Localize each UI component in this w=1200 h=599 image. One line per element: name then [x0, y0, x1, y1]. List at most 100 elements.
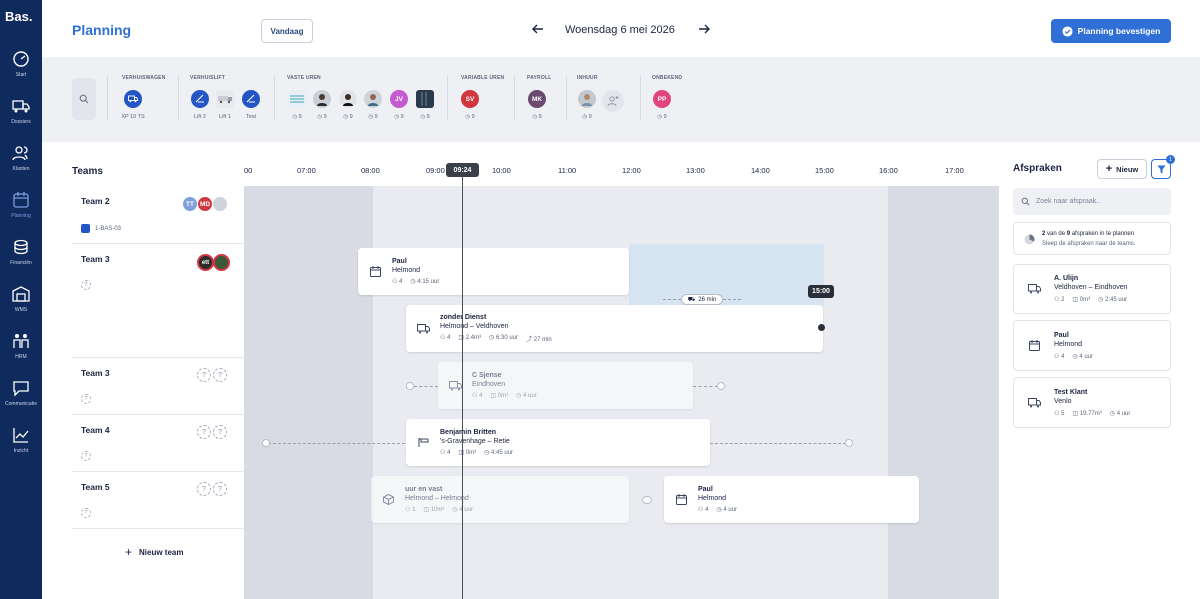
clock-icon: ◷ — [484, 450, 490, 456]
clock-icon: ◷ — [420, 114, 426, 120]
resize-handle[interactable] — [818, 324, 825, 331]
sidebar-item-label: WMS — [14, 307, 28, 313]
resource-lift[interactable]: Test — [240, 90, 262, 120]
avatar: JV — [390, 90, 408, 108]
total-count: 9 — [1066, 231, 1071, 237]
confirm-planning-button[interactable]: Planning bevestigen — [1051, 19, 1171, 43]
next-day-icon[interactable] — [697, 22, 711, 39]
resource-employee[interactable]: PP ◷ 9 — [651, 90, 673, 120]
sidebar-item-wms[interactable]: WMS — [0, 285, 42, 331]
empty-slot-icon: ? — [81, 280, 91, 290]
resource-label: Lift 1 — [219, 114, 231, 120]
team-name: Team 4 — [81, 425, 110, 435]
job-title: zonder Dienst — [440, 314, 487, 321]
resource-employee[interactable]: MK ◷ 9 — [526, 90, 548, 120]
divider — [566, 76, 567, 120]
travel-connector — [710, 443, 846, 444]
appointment-title: Test Klant — [1054, 388, 1088, 396]
sidebar-item-label: HRM — [15, 354, 27, 360]
job-card[interactable]: C Sjense Eindhoven ⚇ 4 ◫ 0m³ ◷ 4 uur — [438, 362, 693, 409]
clock-icon: ◷ — [465, 114, 471, 120]
hour-label: 16:00 — [879, 166, 898, 175]
appointment-card[interactable]: A. Ulijn Veldhoven – Eindhoven ⚇ 2 ◫ 0m³ ◷… — [1013, 264, 1171, 314]
resource-employee[interactable]: ◷ 9 — [286, 90, 308, 120]
job-card[interactable]: Paul Helmond ⚇ 4 ◷ 4 uur — [664, 476, 919, 523]
resource-employee[interactable]: ◷ 9 — [362, 90, 384, 120]
clock-icon: ◷ — [716, 507, 722, 513]
team-row[interactable]: Team 4 ? ? ? — [72, 415, 244, 472]
confirm-planning-label: Planning bevestigen — [1077, 26, 1161, 36]
sidebar-item-planning[interactable]: Planning — [0, 191, 42, 237]
appointment-duration: 4 uur — [1116, 410, 1131, 417]
empty-member-slot[interactable]: ? — [197, 368, 211, 382]
sidebar-item-hrm[interactable]: HRM — [0, 332, 42, 378]
empty-member-slot[interactable]: ? — [213, 482, 227, 496]
resource-employee[interactable]: ◷ 9 — [576, 90, 598, 120]
team-row[interactable]: Team 3 ett ? — [72, 244, 244, 358]
resource-employee[interactable]: ◷ 9 — [414, 90, 436, 120]
resource-employee[interactable]: JV ◷ 9 — [388, 90, 410, 120]
empty-member-slot[interactable]: ? — [213, 368, 227, 382]
resource-count: 9 — [663, 114, 667, 120]
team-vehicle: 1-BAS-03 — [95, 225, 122, 232]
new-appointment-button[interactable]: + Nieuw — [1097, 159, 1147, 179]
resource-lift[interactable]: Lift 2 — [189, 90, 211, 120]
add-hire-button[interactable] — [602, 90, 624, 112]
resource-lift[interactable]: Lift 1 — [214, 90, 236, 120]
resource-employee[interactable]: ◷ 9 — [311, 90, 333, 120]
appointment-card[interactable]: Paul Helmond ⚇ 4 ◷ 4 uur — [1013, 320, 1171, 371]
drag-preview-area — [629, 244, 824, 307]
sidebar-item-financiën[interactable]: Financiën — [0, 238, 42, 284]
sidebar-item-inzicht[interactable]: Inzicht — [0, 426, 42, 472]
clock-icon: ◷ — [292, 114, 298, 120]
resource-employee[interactable]: SV ◷ 9 — [459, 90, 481, 120]
teams-heading: Teams — [72, 166, 103, 177]
avatar — [339, 90, 357, 108]
team-row[interactable]: Team 3 ? ? ? — [72, 358, 244, 415]
team-name: Team 3 — [81, 368, 110, 378]
resource-count: 9 — [588, 114, 592, 120]
clock-icon: ◷ — [410, 279, 416, 285]
sidebar-item-start[interactable]: Start — [0, 50, 42, 96]
sidebar-item-klanten[interactable]: Klanten — [0, 144, 42, 190]
appointment-volume: 0m³ — [1079, 297, 1091, 303]
start-point-icon — [262, 439, 270, 447]
people-icon: ⚇ — [440, 450, 446, 456]
new-team-button[interactable]: + Nieuw team — [125, 545, 183, 559]
job-card[interactable]: Benjamin Britten's-Gravenhage – Retie ⚇ … — [406, 419, 710, 466]
team-name: Team 5 — [81, 482, 110, 492]
current-time-label: 09:24 — [446, 163, 479, 177]
resource-search-button[interactable] — [72, 78, 96, 120]
job-travel: 27 min — [533, 337, 552, 343]
prev-day-icon[interactable] — [531, 22, 545, 39]
team-row[interactable]: Team 5 ? ? ? — [72, 472, 244, 529]
sidebar-item-dossiers[interactable]: Dossiers — [0, 97, 42, 143]
off-hours-shade — [244, 186, 373, 599]
today-button[interactable]: Vandaag — [261, 19, 313, 43]
people-icon: ⚇ — [698, 507, 704, 513]
team-row[interactable]: Team 2 TT MD 1-BAS-03 — [72, 186, 244, 244]
job-card[interactable]: zonder DienstHelmond – Veldhoven ⚇ 4◫ 2.… — [406, 305, 823, 352]
job-volume: 10m³ — [430, 507, 445, 513]
empty-member-slot[interactable]: ? — [213, 425, 227, 439]
empty-member-slot[interactable]: ? — [197, 482, 211, 496]
job-card[interactable]: uur en vast Helmond – Helmond ⚇ 1 ◫ 10m³ ◷ … — [371, 476, 629, 523]
hour-label: 08:00 — [361, 166, 380, 175]
resource-vehicle[interactable]: XP 10 TS — [121, 90, 145, 120]
appointment-people: 5 — [1061, 410, 1065, 417]
resource-employee[interactable]: ◷ 9 — [337, 90, 359, 120]
resource-label: XP 10 TS — [121, 114, 145, 120]
new-team-label: Nieuw team — [139, 547, 184, 557]
job-people: 1 — [412, 507, 416, 513]
empty-member-slot[interactable]: ? — [197, 425, 211, 439]
appointment-card[interactable]: Test Klant Venlo ⚇ 5 ◫ 19.77m³ ◷ 4 uur — [1013, 377, 1171, 428]
search-icon — [1021, 197, 1030, 206]
job-people: 4 — [447, 335, 451, 341]
job-card[interactable]: Paul Helmond ⚇ 4 ◷ 4:15 uur — [358, 248, 629, 295]
hour-label: 07:00 — [297, 166, 316, 175]
coins-icon — [14, 239, 28, 255]
appointment-search-field[interactable]: Zoek naar afspraak.. — [1013, 188, 1171, 215]
job-volume: 2.4m³ — [465, 335, 482, 341]
sidebar-item-communicatie[interactable]: Communicatie — [0, 379, 42, 425]
job-location: Eindhoven — [472, 381, 506, 388]
